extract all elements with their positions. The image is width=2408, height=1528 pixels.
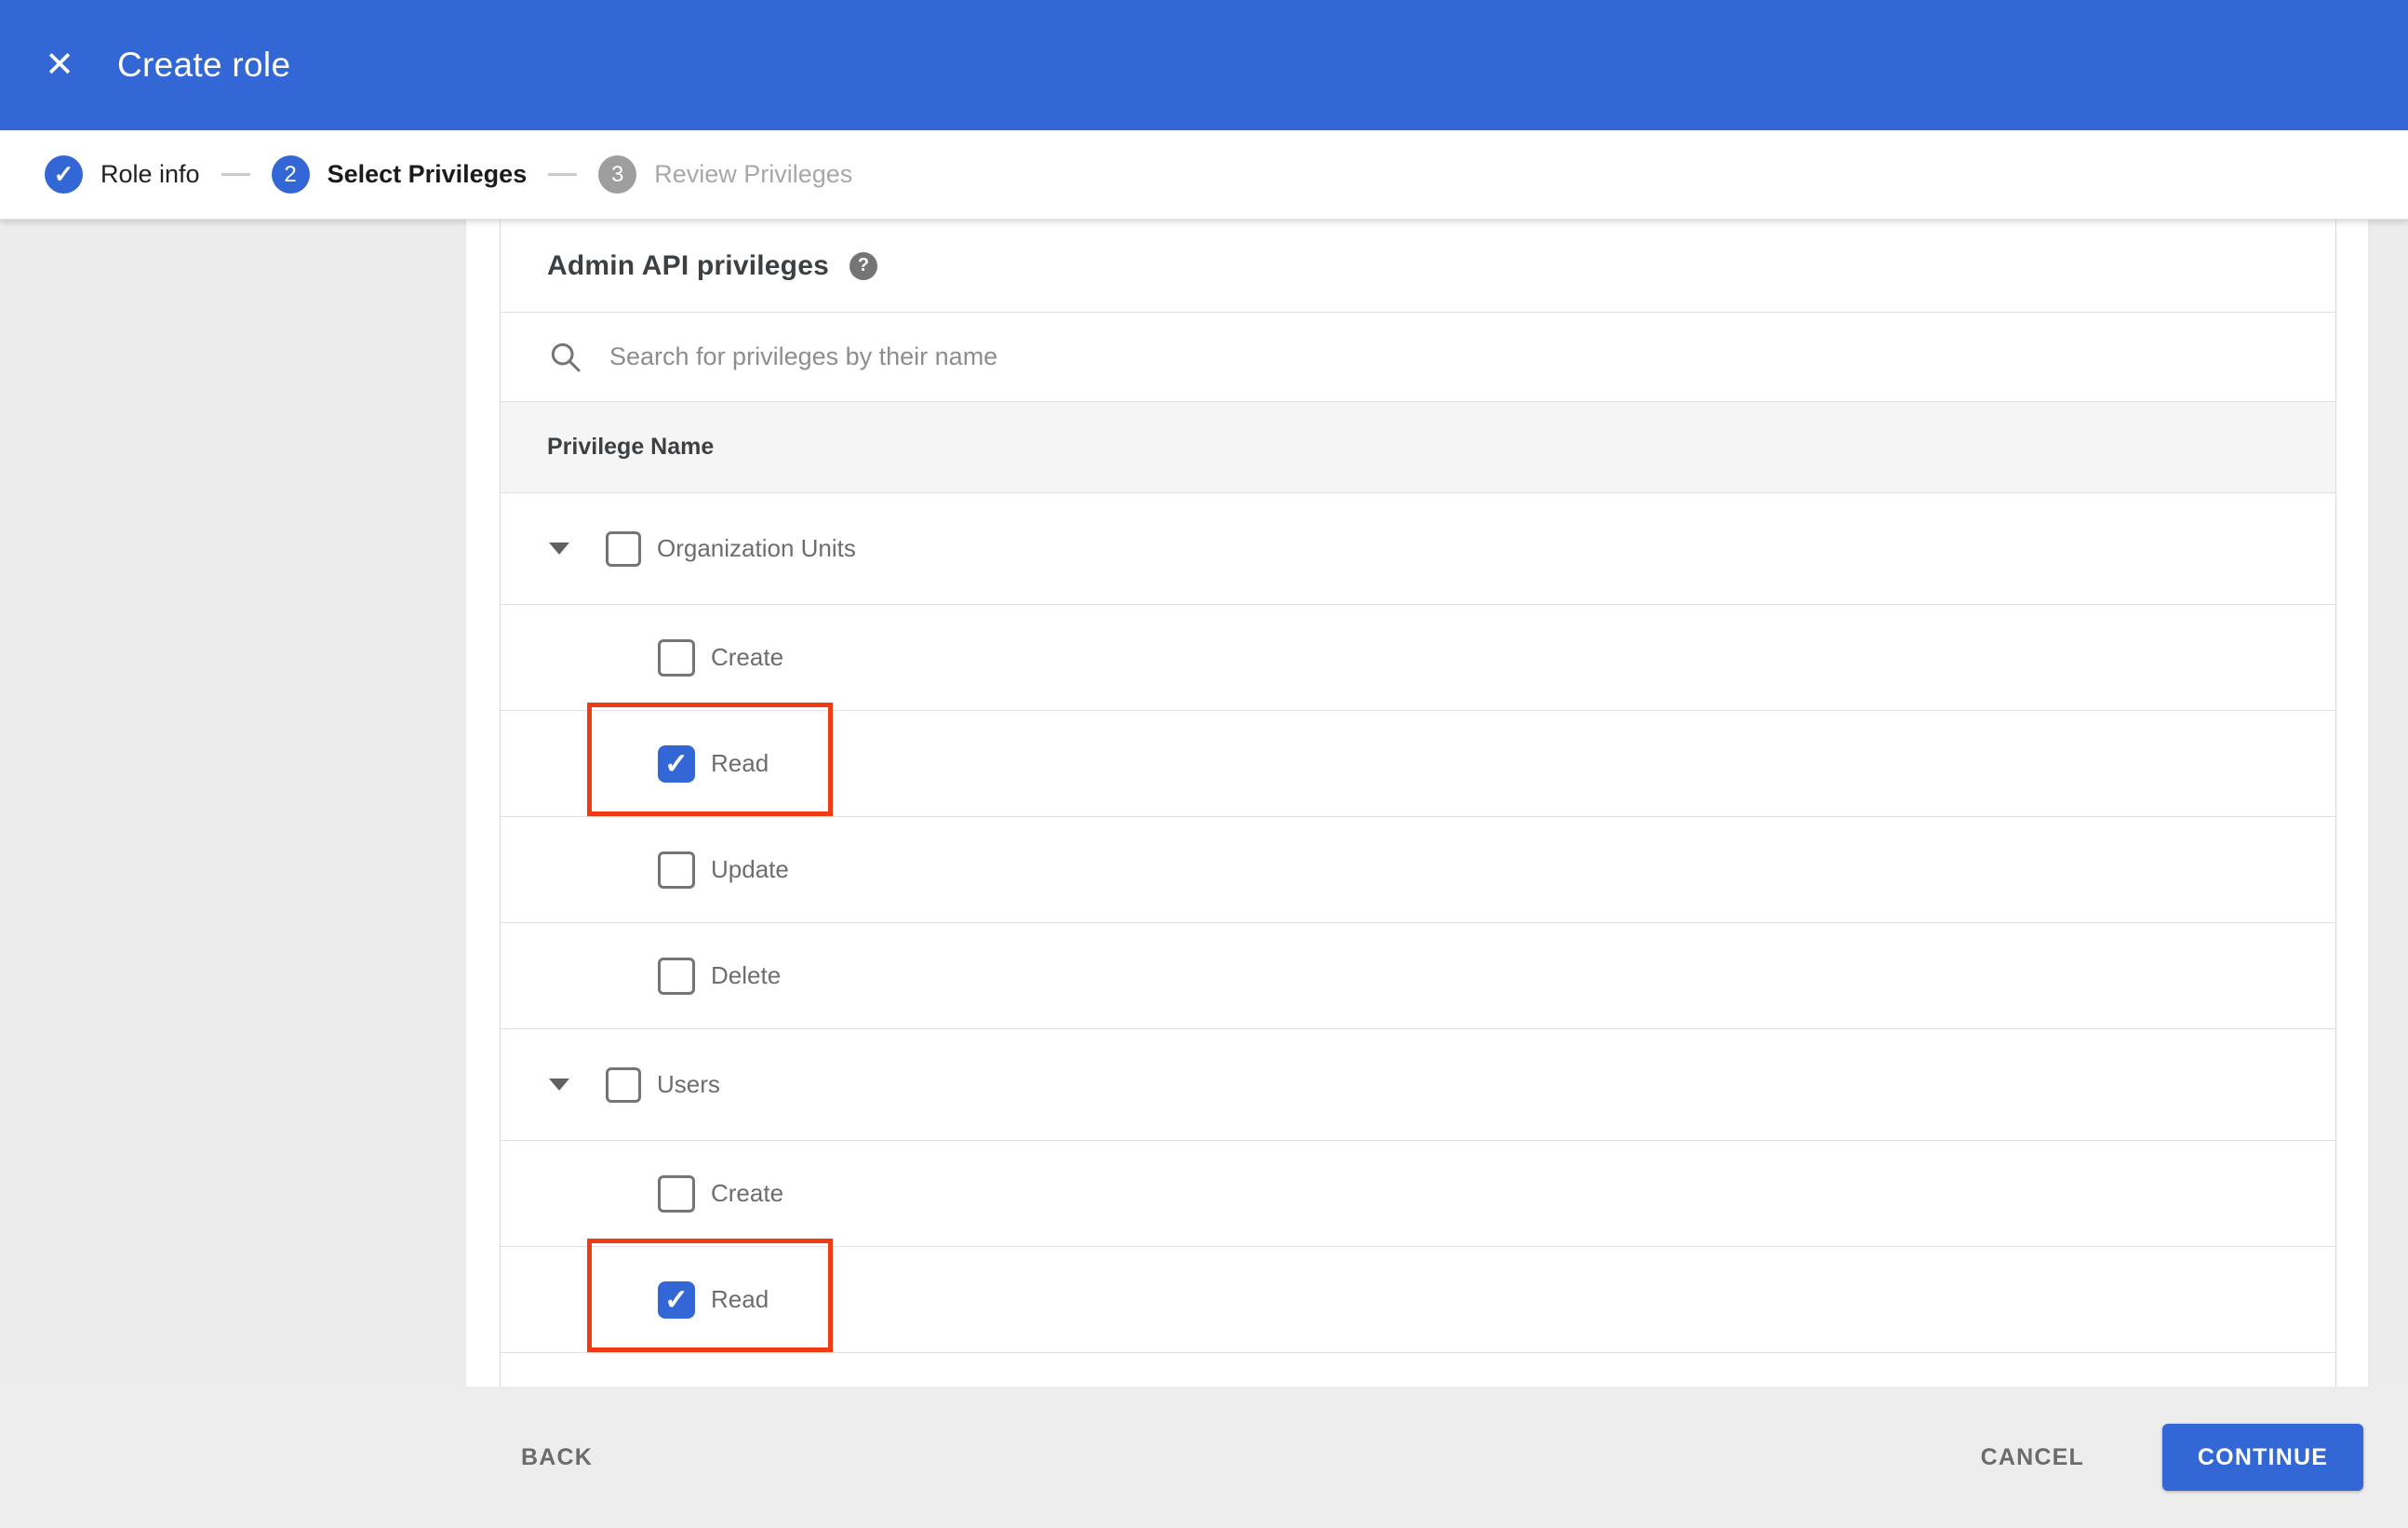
privilege-row-organization-units: Organization Units: [501, 493, 2335, 605]
column-header-privilege-name: Privilege Name: [547, 434, 715, 460]
privilege-label: Organization Units: [657, 534, 856, 562]
checkbox-read-users-checked[interactable]: ✓: [658, 1280, 695, 1319]
privilege-row-read-users: ✓ Read: [501, 1239, 2335, 1353]
privilege-label: Create: [711, 643, 784, 671]
step-connector: [548, 173, 578, 176]
checkbox-create[interactable]: [658, 638, 695, 677]
privilege-label: Read: [711, 1285, 769, 1313]
wizard-stepper: ✓ Role info 2 Select Privileges 3 Review…: [0, 130, 2408, 220]
privilege-row-delete: Delete: [501, 923, 2335, 1029]
annotation-highlight-box: [587, 1239, 833, 1352]
close-icon[interactable]: ✕: [37, 43, 82, 87]
privilege-row-create-users: Create: [501, 1141, 2335, 1247]
step-label: Select Privileges: [327, 160, 528, 188]
privilege-label: Delete: [711, 961, 782, 989]
check-icon: ✓: [664, 747, 689, 780]
step-role-info[interactable]: ✓ Role info: [45, 155, 200, 194]
section-title: Admin API privileges: [547, 249, 829, 281]
section-header: Admin API privileges ?: [501, 220, 2335, 313]
checkbox-organization-units[interactable]: [606, 530, 641, 567]
back-button[interactable]: BACK: [521, 1444, 593, 1471]
app-bar: ✕ Create role: [0, 0, 2408, 130]
check-icon: ✓: [53, 160, 74, 188]
privilege-label: Read: [711, 749, 769, 777]
table-row-clipped: [501, 1353, 2335, 1386]
checkbox-read-checked[interactable]: ✓: [658, 744, 695, 783]
search-input[interactable]: [609, 342, 1912, 371]
step-label: Review Privileges: [654, 160, 853, 188]
dialog-body: Admin API privileges ? Privilege Name Or…: [0, 220, 2408, 1387]
privilege-row-read: ✓ Read: [501, 703, 2335, 817]
dialog-footer: BACK CANCEL CONTINUE: [0, 1387, 2408, 1528]
checkbox-update[interactable]: [658, 851, 695, 889]
collapse-arrow-icon[interactable]: [549, 1079, 569, 1091]
checkbox-users[interactable]: [606, 1066, 641, 1103]
checkbox-delete[interactable]: [658, 957, 695, 995]
cancel-button[interactable]: CANCEL: [1981, 1444, 2084, 1471]
privilege-row-create: Create: [501, 605, 2335, 711]
step-select-privileges[interactable]: 2 Select Privileges: [271, 155, 528, 194]
continue-button[interactable]: CONTINUE: [2162, 1424, 2363, 1491]
checkbox-create-users[interactable]: [658, 1174, 695, 1213]
page-title: Create role: [117, 46, 291, 84]
annotation-highlight-box: [587, 703, 833, 816]
step-connector: [221, 173, 250, 176]
help-icon[interactable]: ?: [849, 251, 877, 280]
step-number-badge: 3: [598, 155, 637, 194]
step-review-privileges[interactable]: 3 Review Privileges: [598, 155, 852, 194]
search-icon: [551, 342, 581, 371]
privilege-label: Users: [657, 1070, 720, 1098]
privilege-label: Update: [711, 855, 789, 883]
content-card: Admin API privileges ? Privilege Name Or…: [466, 220, 2368, 1387]
privilege-label: Create: [711, 1179, 784, 1207]
collapse-arrow-icon[interactable]: [549, 543, 569, 555]
search-bar: [501, 313, 2335, 402]
privilege-row-users: Users: [501, 1029, 2335, 1141]
privilege-row-update: Update: [501, 817, 2335, 923]
step-complete-icon: ✓: [45, 155, 83, 194]
privileges-panel: Admin API privileges ? Privilege Name Or…: [500, 220, 2336, 1387]
step-label: Role info: [100, 160, 200, 188]
step-number-badge: 2: [271, 155, 310, 194]
table-header: Privilege Name: [501, 402, 2335, 493]
check-icon: ✓: [664, 1283, 689, 1316]
